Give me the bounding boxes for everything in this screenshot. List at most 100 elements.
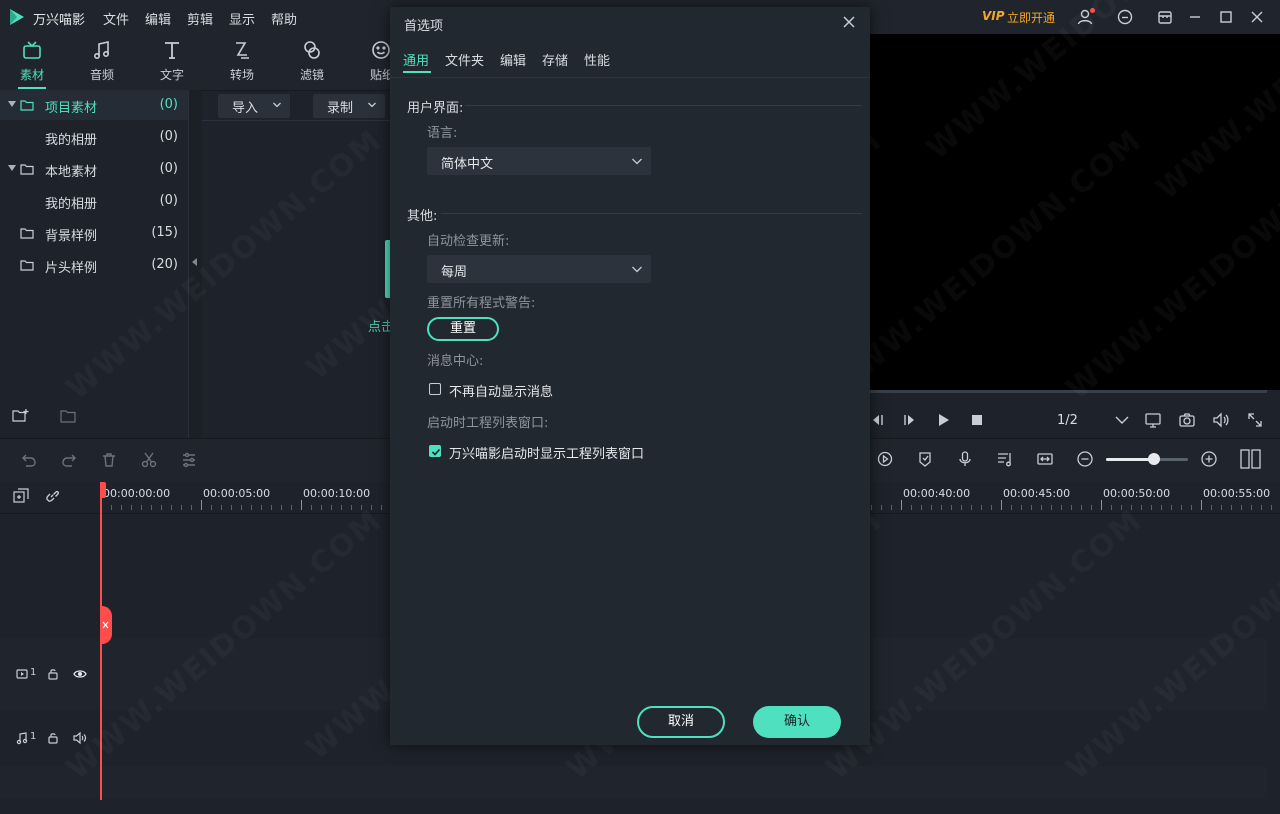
sidebar-item-project-media[interactable]: 项目素材 (0) (0, 90, 188, 120)
ruler-minor-tick (1141, 505, 1142, 510)
startup-project-option-label[interactable]: 万兴喵影启动时显示工程列表窗口 (449, 443, 644, 462)
new-folder-icon[interactable] (12, 408, 30, 424)
maximize-icon[interactable] (1217, 8, 1235, 26)
ruler-minor-tick (1241, 505, 1242, 510)
microphone-icon[interactable] (956, 450, 974, 468)
chevron-down-icon[interactable] (1113, 411, 1131, 429)
sidebar-item-my-album-2[interactable]: 我的相册 (0) (0, 186, 188, 216)
close-window-icon[interactable] (1248, 8, 1266, 26)
menu-view[interactable]: 显示 (229, 9, 255, 28)
menu-help[interactable]: 帮助 (271, 9, 297, 28)
lock-icon[interactable] (46, 667, 60, 681)
snapshot-icon[interactable] (1178, 411, 1196, 429)
tab-filter[interactable]: 滤镜 (284, 34, 340, 90)
reset-button[interactable]: 重置 (427, 317, 499, 341)
tab-text[interactable]: 文字 (144, 34, 200, 90)
zoom-out-icon[interactable] (1076, 450, 1094, 468)
sidebar-item-my-album[interactable]: 我的相册 (0) (0, 122, 188, 152)
folder-outline-icon[interactable] (59, 408, 77, 424)
playhead-handle[interactable] (100, 482, 106, 498)
sidebar-item-intro-samples[interactable]: 片头样例 (20) (0, 250, 188, 280)
ruler-minor-tick (1191, 505, 1192, 510)
zoom-in-icon[interactable] (1200, 450, 1218, 468)
tab-performance[interactable]: 性能 (584, 50, 610, 69)
menu-file[interactable]: 文件 (103, 9, 129, 28)
ruler-minor-tick (951, 505, 952, 510)
menu-clip[interactable]: 剪辑 (187, 9, 213, 28)
ok-button[interactable]: 确认 (753, 706, 841, 738)
tab-storage[interactable]: 存储 (542, 50, 568, 69)
link-icon[interactable] (44, 488, 60, 504)
tab-sticker[interactable]: 贴纸 (354, 34, 390, 90)
expand-arrow-icon[interactable] (8, 165, 16, 171)
fullscreen-icon[interactable] (1246, 411, 1264, 429)
delete-icon[interactable] (100, 451, 118, 469)
display-icon[interactable] (1144, 411, 1162, 429)
ruler-major-tick (1101, 500, 1102, 510)
no-auto-message-label[interactable]: 不再自动显示消息 (449, 381, 553, 400)
expand-arrow-icon[interactable] (8, 101, 16, 107)
vip-open-link[interactable]: 立即开通 (1007, 9, 1055, 26)
stop-icon[interactable] (968, 411, 986, 429)
tab-folders[interactable]: 文件夹 (445, 50, 484, 69)
cancel-button[interactable]: 取消 (637, 706, 725, 738)
ruler-time-label: 00:00:00:00 (103, 487, 171, 500)
ruler-minor-tick (131, 505, 132, 510)
play-icon[interactable] (934, 411, 952, 429)
lock-icon[interactable] (46, 731, 60, 745)
sidebar-item-label: 背景样例 (45, 229, 98, 244)
ruler-minor-tick (1061, 505, 1062, 510)
panel-layout-icon[interactable] (1240, 449, 1262, 469)
ruler-major-tick (901, 500, 902, 510)
auto-update-select[interactable]: 每周 (427, 255, 651, 283)
add-track-icon[interactable] (13, 488, 29, 504)
audio-mixer-icon[interactable] (996, 450, 1014, 468)
music-icon (91, 39, 113, 61)
next-frame-icon[interactable] (900, 411, 918, 429)
volume-icon[interactable] (1212, 411, 1230, 429)
tab-media[interactable]: 素材 (4, 34, 60, 90)
ruler-major-tick (201, 500, 202, 510)
playhead-split-knob[interactable] (101, 606, 112, 644)
chevron-down-icon (631, 263, 643, 275)
tab-sticker-label: 贴纸 (370, 68, 390, 82)
tab-audio[interactable]: 音频 (74, 34, 130, 90)
tab-general[interactable]: 通用 (403, 50, 429, 69)
vip-badge[interactable]: VIP (982, 9, 1005, 23)
record-dropdown[interactable]: 录制 (313, 94, 385, 118)
ruler-minor-tick (991, 505, 992, 510)
adjust-icon[interactable] (180, 451, 198, 469)
ruler-minor-tick (1051, 505, 1052, 510)
undo-icon[interactable] (20, 451, 38, 469)
speed-icon[interactable] (876, 450, 894, 468)
sidebar-item-count: (0) (159, 97, 178, 112)
sidebar-item-label: 我的相册 (45, 133, 98, 148)
menu-edit[interactable]: 编辑 (145, 9, 171, 28)
cut-icon[interactable] (140, 451, 158, 469)
redo-icon[interactable] (60, 451, 78, 469)
dialog-title: 首选项 (404, 19, 444, 34)
tab-editing[interactable]: 编辑 (500, 50, 526, 69)
no-auto-message-checkbox[interactable] (429, 383, 441, 395)
sidebar-item-local-media[interactable]: 本地素材 (0) (0, 154, 188, 184)
minimize-icon[interactable] (1186, 8, 1204, 26)
ruler-minor-tick (961, 505, 962, 510)
preview-page-counter: 1/2 (1057, 413, 1078, 428)
startup-project-checkbox[interactable] (429, 445, 441, 457)
sidebar-item-background-samples[interactable]: 背景样例 (15) (0, 218, 188, 248)
close-icon[interactable] (842, 15, 856, 29)
zoom-slider-handle[interactable] (1148, 453, 1160, 465)
ruler-minor-tick (341, 505, 342, 510)
eye-icon[interactable] (73, 667, 87, 681)
tab-transition[interactable]: 转场 (214, 34, 270, 90)
language-select[interactable]: 简体中文 (427, 147, 651, 175)
marker-icon[interactable] (916, 450, 934, 468)
ruler-minor-tick (211, 505, 212, 510)
import-dropdown[interactable]: 导入 (218, 94, 290, 118)
preferences-dialog (390, 7, 870, 745)
prev-frame-icon[interactable] (869, 411, 887, 429)
fit-timeline-icon[interactable] (1036, 450, 1054, 468)
store-icon[interactable] (1156, 8, 1174, 26)
ruler-minor-tick (921, 505, 922, 510)
scissors-icon (102, 621, 109, 629)
